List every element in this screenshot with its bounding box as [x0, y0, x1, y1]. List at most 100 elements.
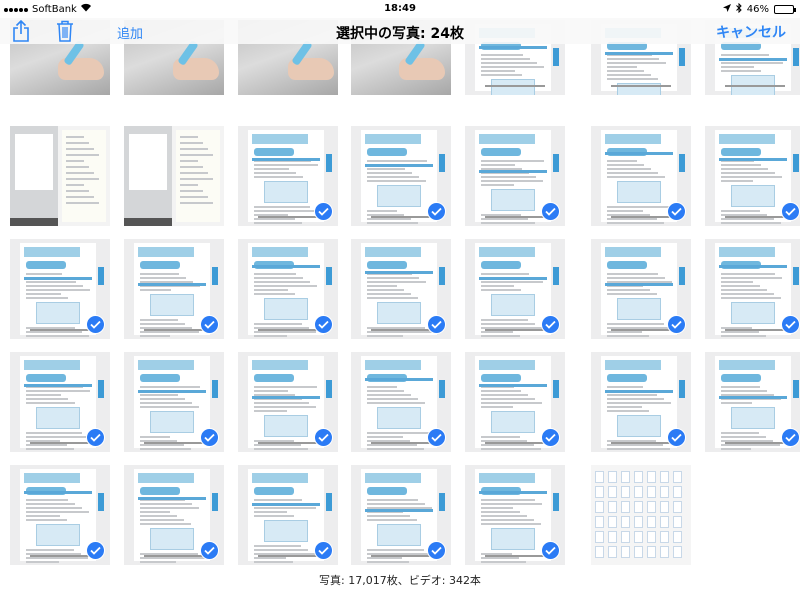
- document-side-tab: [212, 380, 218, 398]
- photo-thumbnail[interactable]: [10, 352, 110, 452]
- photo-thumbnail[interactable]: [591, 352, 691, 452]
- photo-thumbnail[interactable]: [10, 239, 110, 339]
- document-side-tab: [326, 380, 332, 398]
- document-text-line: [721, 390, 767, 392]
- photo-thumbnail[interactable]: [10, 465, 110, 565]
- document-text-line: [607, 168, 651, 170]
- document-side-tab: [326, 154, 332, 172]
- document-footer-line: [725, 442, 785, 444]
- document-title-band: [26, 261, 66, 269]
- checkmark-icon: [86, 315, 105, 334]
- collage-mini-page: [634, 501, 643, 513]
- checkmark-icon: [86, 541, 105, 560]
- document-text-line: [721, 180, 753, 182]
- checkmark-icon: [541, 202, 560, 221]
- document-text-line: [481, 176, 536, 178]
- collage-mini-page: [595, 471, 604, 483]
- document-text-line: [367, 331, 432, 333]
- sheet-text-line: [66, 154, 99, 156]
- document-text-line: [367, 285, 397, 287]
- photo-thumbnail[interactable]: [238, 465, 338, 565]
- photo-thumbnail[interactable]: [351, 126, 451, 226]
- document-text-line: [367, 386, 397, 388]
- document-title-band: [721, 374, 761, 382]
- photo-thumbnail[interactable]: [124, 352, 224, 452]
- document-highlight-bar: [605, 390, 673, 393]
- document-header-band: [138, 360, 194, 370]
- document-text-line: [26, 436, 89, 438]
- photo-thumbnail[interactable]: [351, 465, 451, 565]
- document-figure: [491, 411, 535, 433]
- document-highlight-bar: [24, 384, 92, 387]
- photo-thumbnail[interactable]: [238, 126, 338, 226]
- photo-thumbnail[interactable]: [238, 239, 338, 339]
- photo-thumbnail[interactable]: [465, 465, 565, 565]
- document-page: [134, 243, 218, 337]
- document-text-line: [140, 394, 178, 396]
- document-text-line: [367, 515, 410, 517]
- document-text-line: [367, 293, 411, 295]
- photo-thumbnail[interactable]: [705, 239, 800, 339]
- document-text-line: [607, 70, 644, 72]
- document-figure: [264, 520, 308, 542]
- photo-thumbnail[interactable]: [591, 239, 691, 339]
- document-header-band: [365, 360, 421, 370]
- document-text-line: [607, 394, 657, 396]
- document-footer-line: [30, 329, 90, 331]
- document-side-tab: [439, 154, 445, 172]
- document-figure: [491, 79, 535, 95]
- collage-mini-page: [608, 516, 617, 528]
- photo-thumbnail[interactable]: [591, 465, 691, 565]
- document-text-line: [26, 448, 74, 450]
- document-text-line: [254, 444, 301, 446]
- photo-thumbnail[interactable]: [351, 239, 451, 339]
- photo-thumbnail[interactable]: [124, 465, 224, 565]
- sheet-text-line: [66, 190, 89, 192]
- checkmark-icon: [314, 428, 333, 447]
- document-text-line: [481, 218, 528, 220]
- document-side-tab: [439, 493, 445, 511]
- photo-thumbnail[interactable]: [351, 352, 451, 452]
- photo-thumbnail[interactable]: [705, 126, 800, 226]
- document-text-line: [607, 172, 658, 174]
- cancel-button[interactable]: キャンセル: [716, 22, 786, 42]
- photo-thumbnail[interactable]: [465, 239, 565, 339]
- checkmark-icon: [781, 202, 800, 221]
- document-text-line: [367, 176, 419, 178]
- document-text-line: [481, 70, 515, 72]
- document-text-line: [254, 448, 308, 450]
- checkmark-icon: [200, 428, 219, 447]
- document-text-line: [26, 432, 82, 434]
- document-footer-line: [30, 555, 90, 557]
- document-page: [248, 469, 332, 563]
- photo-thumbnail[interactable]: [465, 126, 565, 226]
- document-text-line: [607, 402, 671, 404]
- document-text-line: [721, 54, 769, 56]
- document-side-tab: [793, 267, 799, 285]
- collage-mini-page: [608, 471, 617, 483]
- document-text-line: [26, 499, 68, 501]
- document-text-line: [607, 398, 664, 400]
- photo-thumbnail[interactable]: [124, 239, 224, 339]
- photo-thumbnail[interactable]: [591, 126, 691, 226]
- document-text-line: [481, 74, 522, 76]
- document-text-line: [721, 402, 752, 404]
- document-side-tab: [679, 380, 685, 398]
- document-text-line: [140, 511, 170, 513]
- document-text-line: [140, 273, 179, 275]
- photo-thumbnail[interactable]: [705, 352, 800, 452]
- photo-thumbnail[interactable]: [465, 352, 565, 452]
- document-text-line: [367, 210, 397, 212]
- document-text-line: [254, 210, 317, 212]
- sheet-text-line: [180, 172, 208, 174]
- document-text-line: [26, 507, 82, 509]
- document-page: [20, 243, 104, 337]
- photo-thumbnail[interactable]: [238, 352, 338, 452]
- checkmark-icon: [86, 428, 105, 447]
- photo-thumbnail[interactable]: [10, 126, 110, 226]
- document-side-tab: [326, 493, 332, 511]
- photo-thumbnail[interactable]: [124, 126, 224, 226]
- document-footer-line: [611, 442, 671, 444]
- sheet-text-line: [66, 166, 89, 168]
- document-text-line: [607, 406, 642, 408]
